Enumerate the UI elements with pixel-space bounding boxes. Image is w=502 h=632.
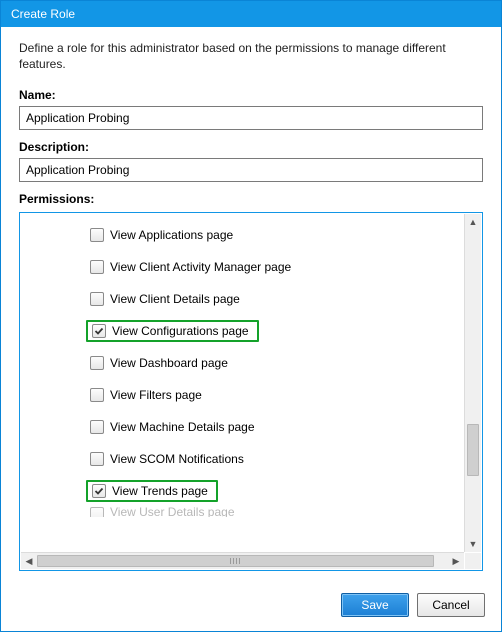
permission-checkbox[interactable] <box>90 228 104 242</box>
highlight-box: View Trends page <box>86 480 218 502</box>
description-label: Description: <box>19 140 483 154</box>
permission-label: View User Details page <box>110 507 235 517</box>
scroll-corner <box>465 553 481 569</box>
permission-checkbox[interactable] <box>90 420 104 434</box>
permission-checkbox[interactable] <box>90 292 104 306</box>
horizontal-scroll-thumb[interactable] <box>37 555 434 567</box>
cancel-button[interactable]: Cancel <box>417 593 485 617</box>
scroll-right-arrow[interactable]: ▶ <box>448 553 464 569</box>
vertical-scrollbar[interactable]: ▲ ▼ <box>464 214 481 552</box>
permission-checkbox[interactable] <box>90 260 104 274</box>
name-label: Name: <box>19 88 483 102</box>
save-button[interactable]: Save <box>341 593 409 617</box>
permission-row-partial: View User Details page <box>20 507 465 517</box>
window-title: Create Role <box>11 7 75 21</box>
permission-label: View Configurations page <box>112 324 249 338</box>
horizontal-scrollbar[interactable]: ◀ ▶ <box>21 552 464 569</box>
name-input[interactable] <box>19 106 483 130</box>
permission-row: View Applications page <box>20 219 465 251</box>
permission-label: View Dashboard page <box>110 356 228 370</box>
permissions-label: Permissions: <box>19 192 483 206</box>
permission-row: View Filters page <box>20 379 465 411</box>
permission-row: View Dashboard page <box>20 347 465 379</box>
scroll-up-arrow[interactable]: ▲ <box>465 214 481 230</box>
intro-text: Define a role for this administrator bas… <box>19 41 483 72</box>
permission-row: View Configurations page <box>20 315 465 347</box>
permission-label: View Filters page <box>110 388 202 402</box>
scroll-down-arrow[interactable]: ▼ <box>465 536 481 552</box>
permission-checkbox[interactable] <box>90 452 104 466</box>
permission-label: View Trends page <box>112 484 208 498</box>
permission-label: View Machine Details page <box>110 420 255 434</box>
permission-label: View Client Details page <box>110 292 240 306</box>
permission-row: View Client Details page <box>20 283 465 315</box>
window-titlebar: Create Role <box>1 1 501 27</box>
description-input[interactable] <box>19 158 483 182</box>
vertical-scroll-thumb[interactable] <box>467 424 479 476</box>
permission-checkbox[interactable] <box>92 324 106 338</box>
permission-row: View Trends page <box>20 475 465 507</box>
permissions-listbox[interactable]: View Applications page View Client Activi… <box>19 212 483 571</box>
permission-row: View SCOM Notifications <box>20 443 465 475</box>
dialog-footer: Save Cancel <box>1 583 501 631</box>
highlight-box: View Configurations page <box>86 320 259 342</box>
permission-label: View Client Activity Manager page <box>110 260 291 274</box>
scroll-left-arrow[interactable]: ◀ <box>21 553 37 569</box>
permission-label: View SCOM Notifications <box>110 452 244 466</box>
permission-row: View Machine Details page <box>20 411 465 443</box>
permission-checkbox[interactable] <box>90 388 104 402</box>
permission-checkbox[interactable] <box>90 356 104 370</box>
permission-row: View Client Activity Manager page <box>20 251 465 283</box>
permission-checkbox[interactable] <box>92 484 106 498</box>
permission-label: View Applications page <box>110 228 233 242</box>
permission-checkbox[interactable] <box>90 507 104 517</box>
